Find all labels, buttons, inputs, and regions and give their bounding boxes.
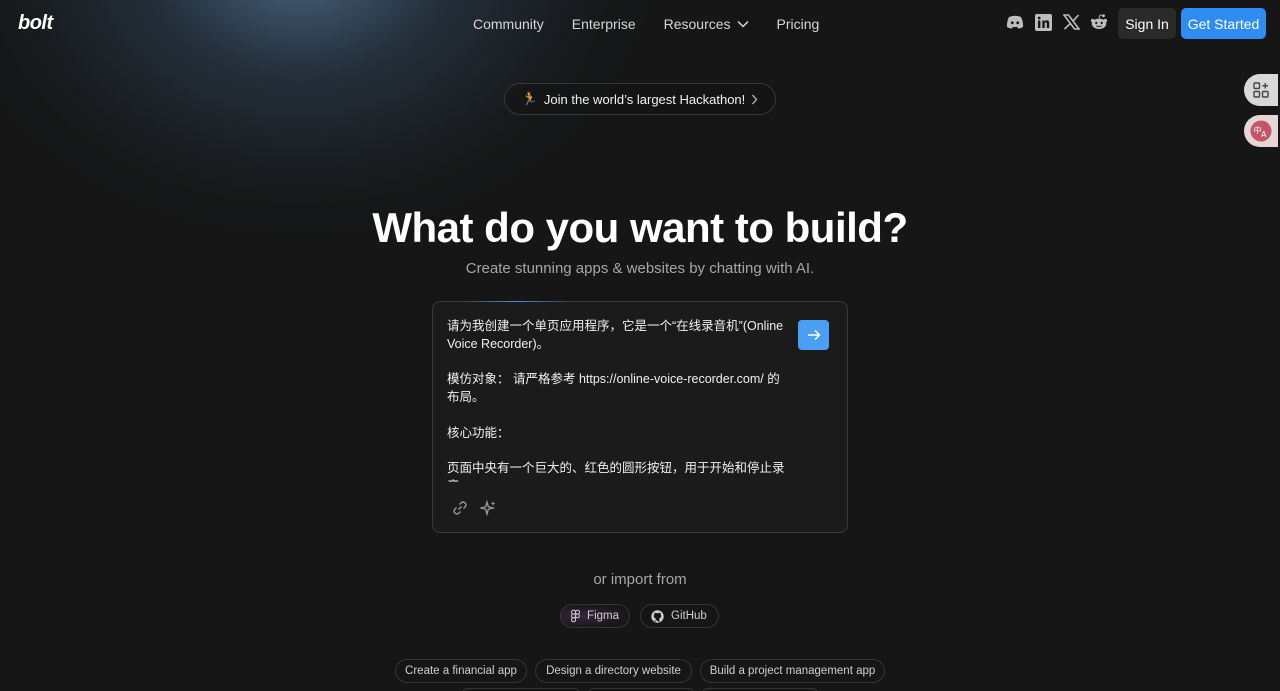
bolt-logo[interactable]: bolt — [18, 12, 53, 35]
prompt-textarea[interactable]: 请为我创建一个单页应用程序，它是一个“在线录音机”(Online Voice R… — [447, 318, 791, 482]
reddit-icon[interactable] — [1090, 13, 1108, 31]
main-nav: Community Enterprise Resources Pricing — [473, 15, 847, 33]
get-started-button[interactable]: Get Started — [1181, 8, 1266, 39]
github-label: GitHub — [671, 610, 707, 622]
translate-icon: 中A — [1250, 120, 1272, 142]
suggestion-financial-app[interactable]: Create a financial app — [395, 659, 527, 683]
top-header: bolt Community Enterprise Resources Pric… — [0, 0, 1280, 48]
nav-enterprise[interactable]: Enterprise — [572, 15, 636, 33]
nav-resources-label: Resources — [663, 16, 731, 32]
sparkles-icon — [479, 499, 495, 516]
import-heading: or import from — [593, 571, 687, 588]
prompt-box: 请为我创建一个单页应用程序，它是一个“在线录音机”(Online Voice R… — [432, 301, 848, 533]
social-links — [1006, 13, 1108, 31]
import-figma-button[interactable]: Figma — [560, 604, 630, 628]
linkedin-icon[interactable] — [1034, 13, 1052, 31]
nav-pricing[interactable]: Pricing — [777, 15, 820, 33]
sign-in-button[interactable]: Sign In — [1118, 8, 1176, 39]
runner-icon: 🏃 — [521, 91, 538, 106]
apps-float-button[interactable] — [1244, 74, 1278, 106]
apps-add-icon — [1253, 82, 1269, 98]
svg-text:A: A — [1261, 130, 1267, 139]
page-subtitle: Create stunning apps & websites by chatt… — [465, 260, 815, 277]
link-icon — [453, 501, 467, 515]
hackathon-banner[interactable]: 🏃 Join the world’s largest Hackathon! — [504, 83, 776, 115]
arrow-right-icon — [807, 329, 821, 341]
nav-community[interactable]: Community — [473, 15, 544, 33]
suggestion-project-management-app[interactable]: Build a project management app — [700, 659, 885, 683]
x-icon[interactable] — [1062, 13, 1080, 31]
suggestion-directory-website[interactable]: Design a directory website — [535, 659, 692, 683]
hackathon-banner-text: Join the world’s largest Hackathon! — [543, 91, 746, 107]
prompt-accent-line — [461, 301, 571, 302]
attach-link-button[interactable] — [451, 499, 469, 517]
nav-resources[interactable]: Resources — [664, 15, 749, 33]
figma-icon — [571, 609, 581, 623]
send-button[interactable] — [798, 320, 829, 350]
enhance-prompt-button[interactable] — [479, 499, 497, 517]
figma-label: Figma — [587, 610, 619, 622]
import-github-button[interactable]: GitHub — [640, 604, 719, 628]
chevron-right-icon — [752, 94, 758, 104]
translate-float-button[interactable]: 中A — [1244, 115, 1278, 147]
chevron-down-icon — [737, 20, 749, 28]
page-title: What do you want to build? — [372, 204, 908, 251]
discord-icon[interactable] — [1006, 13, 1024, 31]
github-icon — [651, 609, 664, 623]
